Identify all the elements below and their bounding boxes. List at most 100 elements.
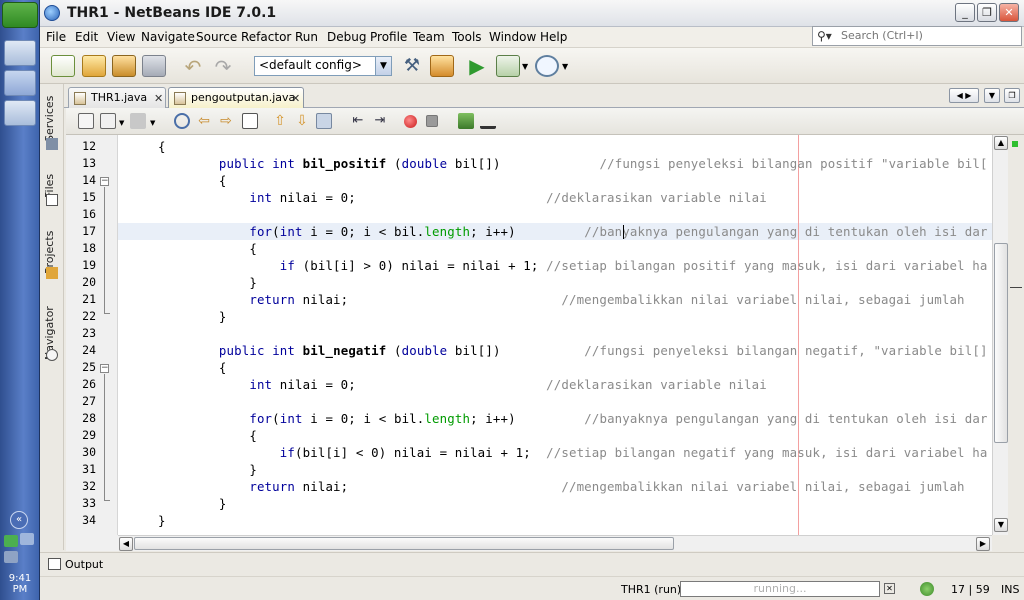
- code-comment: //mengembalikkan nilai variabel nilai, s…: [561, 479, 965, 494]
- menu-run[interactable]: Run: [295, 30, 318, 44]
- toggle-bookmark-icon[interactable]: [316, 113, 332, 129]
- code-token: int: [279, 224, 303, 239]
- start-macro-icon[interactable]: [404, 115, 417, 128]
- network-icon[interactable]: [20, 533, 34, 545]
- taskbar-app-icon[interactable]: [4, 100, 36, 126]
- menu-view[interactable]: View: [107, 30, 135, 44]
- open-project-icon[interactable]: [112, 55, 136, 77]
- show-opened-documents-button[interactable]: ▼: [984, 88, 1000, 103]
- chevron-down-icon[interactable]: ▼: [375, 57, 391, 75]
- back-icon[interactable]: [100, 113, 116, 129]
- scroll-right-arrow[interactable]: ▶: [976, 537, 990, 551]
- code-comment: //banyaknya pengulangan yang di tentukan…: [584, 224, 988, 239]
- chevron-down-icon[interactable]: ▼: [522, 62, 528, 71]
- scroll-left-arrow[interactable]: ◀: [119, 537, 133, 551]
- output-tab[interactable]: Output: [65, 558, 103, 571]
- chevron-down-icon[interactable]: ▼: [562, 62, 568, 71]
- close-button[interactable]: ✕: [999, 3, 1019, 22]
- forward-icon[interactable]: [130, 113, 146, 129]
- taskbar-app-icon[interactable]: [4, 40, 36, 66]
- code-token: (bil[i] > 0) nilai = nilai + 1;: [295, 258, 547, 273]
- menu-navigate[interactable]: Navigate: [141, 30, 195, 44]
- horizontal-scrollbar[interactable]: ◀ ▶: [118, 535, 992, 551]
- vertical-scrollbar[interactable]: ▲ ▼: [992, 135, 1008, 535]
- undo-icon[interactable]: ↶: [181, 55, 205, 79]
- comment-icon[interactable]: [458, 113, 474, 129]
- find-next-icon[interactable]: ⇨: [218, 113, 234, 129]
- navigator-icon[interactable]: [46, 349, 58, 361]
- code-editor[interactable]: 12 13 14 15 16 17 18 19 20 21 22 23 24 25 26 27 28 29 30 31…: [66, 135, 992, 535]
- menu-source[interactable]: Source: [196, 30, 237, 44]
- menu-profile[interactable]: Profile: [370, 30, 407, 44]
- shift-right-icon[interactable]: ⇥: [372, 113, 388, 129]
- clean-build-icon[interactable]: [430, 55, 454, 77]
- tray-toggle-icon[interactable]: «: [10, 511, 28, 529]
- horizontal-scroll-thumb[interactable]: [134, 537, 674, 550]
- memory-icon[interactable]: [920, 582, 934, 596]
- stop-macro-icon[interactable]: [426, 115, 438, 127]
- menu-edit[interactable]: Edit: [75, 30, 98, 44]
- fold-toggle-icon[interactable]: −: [100, 177, 109, 186]
- start-button[interactable]: [2, 2, 38, 28]
- last-edit-icon[interactable]: [78, 113, 94, 129]
- menu-debug[interactable]: Debug: [327, 30, 366, 44]
- code-token: {: [158, 428, 257, 443]
- menu-tools[interactable]: Tools: [452, 30, 482, 44]
- next-bookmark-icon[interactable]: ⇩: [294, 113, 310, 129]
- taskbar: « 9:41 PM: [0, 0, 40, 600]
- new-project-icon[interactable]: [82, 55, 106, 77]
- config-select[interactable]: <default config> ▼: [254, 56, 392, 76]
- code-line: return nilai; //mengembalikkan nilai var…: [158, 292, 965, 307]
- line-number: 14: [82, 173, 96, 187]
- toggle-highlight-icon[interactable]: [242, 113, 258, 129]
- menu-help[interactable]: Help: [540, 30, 567, 44]
- search-icon[interactable]: ⚲▾: [817, 29, 833, 43]
- tab-pengoutputan-java[interactable]: pengoutputan.java ✕: [168, 87, 304, 109]
- fold-toggle-icon[interactable]: −: [100, 364, 109, 373]
- close-icon[interactable]: ✕: [291, 92, 300, 105]
- scroll-tabs-button[interactable]: ◀ ▶: [949, 88, 979, 103]
- vertical-scroll-thumb[interactable]: [994, 243, 1008, 443]
- files-icon[interactable]: [46, 194, 58, 206]
- profile-icon[interactable]: [535, 55, 559, 77]
- find-icon[interactable]: [174, 113, 190, 129]
- restore-button[interactable]: ❐: [977, 3, 997, 22]
- debug-icon[interactable]: [496, 55, 520, 77]
- chevron-down-icon[interactable]: ▼: [119, 119, 124, 127]
- projects-icon[interactable]: [46, 267, 58, 279]
- scroll-up-arrow[interactable]: ▲: [994, 136, 1008, 150]
- find-previous-icon[interactable]: ⇦: [196, 113, 212, 129]
- build-icon[interactable]: ⚒: [400, 55, 424, 77]
- menu-window[interactable]: Window: [489, 30, 536, 44]
- clock[interactable]: 9:41 PM: [0, 573, 40, 595]
- code-line: {: [158, 360, 227, 375]
- menu-file[interactable]: File: [46, 30, 66, 44]
- run-status[interactable]: THR1 (run): [621, 583, 681, 596]
- line-number: 22: [82, 309, 96, 323]
- code-line: int nilai = 0; //deklarasikan variable n…: [158, 190, 767, 205]
- chevron-down-icon[interactable]: ▼: [150, 119, 155, 127]
- menu-team[interactable]: Team: [413, 30, 445, 44]
- scroll-down-arrow[interactable]: ▼: [994, 518, 1008, 532]
- output-icon[interactable]: [48, 558, 61, 570]
- minimize-button[interactable]: _: [955, 3, 975, 22]
- close-icon[interactable]: ✕: [154, 92, 163, 105]
- uncomment-icon[interactable]: [480, 113, 496, 129]
- services-icon[interactable]: [46, 138, 58, 150]
- search-box[interactable]: ⚲▾: [812, 26, 1022, 46]
- new-file-icon[interactable]: [51, 55, 75, 77]
- cancel-task-icon[interactable]: ✕: [884, 583, 895, 594]
- tab-thr1-java[interactable]: THR1.java ✕: [68, 87, 166, 109]
- run-icon[interactable]: ▶: [465, 55, 489, 77]
- tray-icon[interactable]: [4, 551, 18, 563]
- tab-services[interactable]: Services: [43, 92, 61, 142]
- redo-icon[interactable]: ↷: [211, 55, 235, 79]
- shift-left-icon[interactable]: ⇤: [350, 113, 366, 129]
- search-input[interactable]: [841, 29, 1016, 42]
- maximize-editor-button[interactable]: ❐: [1004, 88, 1020, 103]
- previous-bookmark-icon[interactable]: ⇧: [272, 113, 288, 129]
- menu-refactor[interactable]: Refactor: [241, 30, 291, 44]
- taskbar-netbeans-icon[interactable]: [4, 70, 36, 96]
- tray-icon[interactable]: [4, 535, 18, 547]
- save-all-icon[interactable]: [142, 55, 166, 77]
